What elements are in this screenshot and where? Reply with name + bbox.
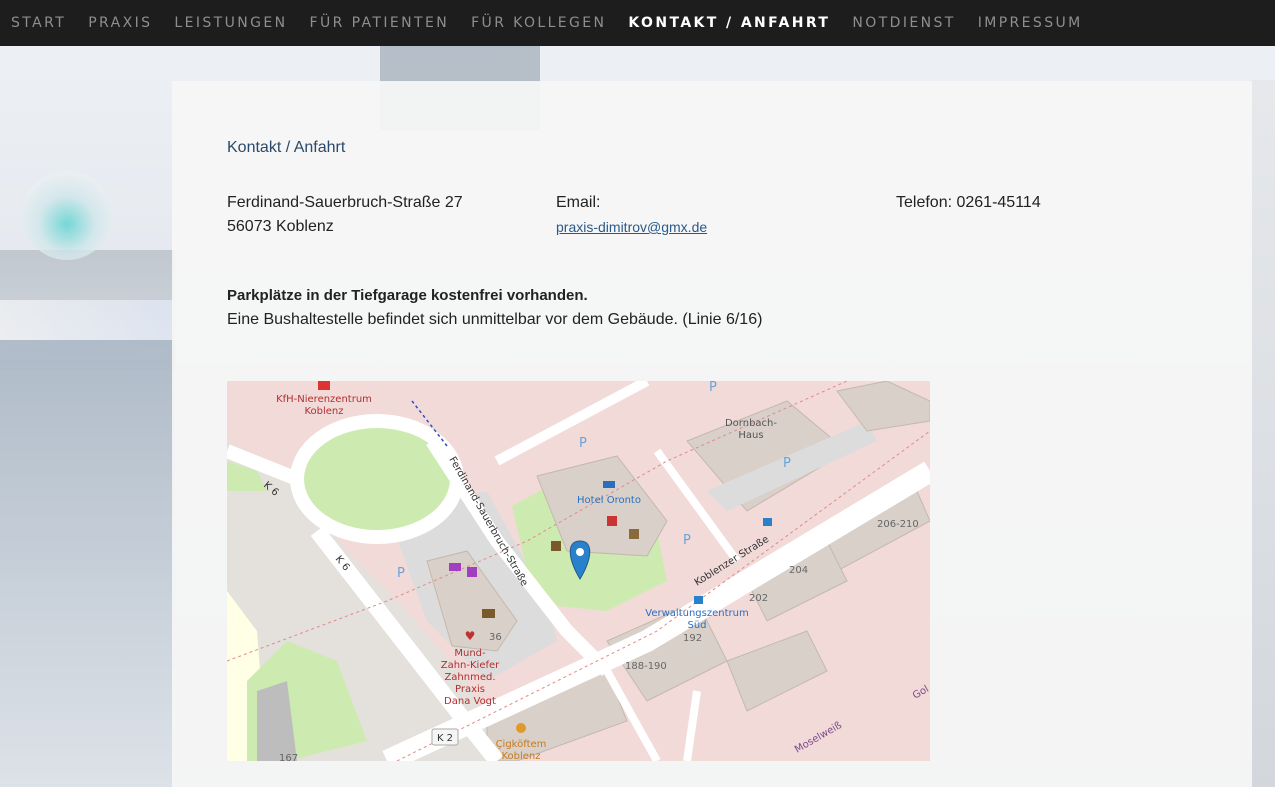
page-title: Kontakt / Anfahrt [227,139,346,156]
map-label-cig-1: Çigköftem [496,739,547,750]
map-tooth-icon: ♥ [465,629,476,643]
nav-item-leistungen[interactable]: LEISTUNGEN [174,15,287,31]
main-navigation: START PRAXIS LEISTUNGEN FÜR PATIENTEN FÜ… [0,0,1275,46]
map-label-cig-2: Koblenz [501,751,540,761]
map-label-n36: 36 [489,632,502,643]
map-canvas: KfH-Nierenzentrum Koblenz Ferdinand-Saue… [227,381,930,761]
map-parking-icon: P [579,436,587,451]
map-label-verwaltung-2: Süd [687,620,706,631]
address-block: Ferdinand-Sauerbruch-Straße 27 56073 Kob… [227,191,463,239]
map-parking-icon: P [683,533,691,548]
parking-info: Parkplätze in der Tiefgarage kostenfrei … [227,287,588,304]
bus-info: Eine Bushaltestelle befindet sich unmitt… [227,311,763,328]
map-bank-icon [482,609,495,618]
map-parking-icon: P [783,456,791,471]
nav-item-notdienst[interactable]: NOTDIENST [852,15,955,31]
map-label-dornbach-2: Haus [738,430,763,441]
address-street: Ferdinand-Sauerbruch-Straße 27 [227,194,463,211]
map-kiosk-icon [551,541,561,551]
map-label-n167: 167 [279,753,298,761]
map-label-hotel: Hotel Oronto [577,495,641,506]
nav-item-fuer-kollegen[interactable]: FÜR KOLLEGEN [471,15,606,31]
email-link[interactable]: praxis-dimitrov@gmx.de [556,219,707,235]
nav-item-start[interactable]: START [11,15,66,31]
map-bus-stop-icon [763,518,772,526]
background-right-wall [1250,80,1275,787]
map-hotel-icon [603,481,615,488]
background-vase [22,170,112,260]
map-label-mund-5: Dana Vogt [444,696,496,707]
map-label-mund-2: Zahn-Kiefer [441,660,500,671]
map-label-verwaltung-1: Verwaltungszentrum [645,608,748,619]
map-label-mund-4: Praxis [455,684,485,695]
email-label: Email: [556,194,601,211]
map-parking-icon: P [709,381,717,395]
map-label-n192: 192 [683,633,702,644]
background-counter [0,340,175,787]
nav-item-impressum[interactable]: IMPRESSUM [978,15,1083,31]
map-label-kfh-2: Koblenz [304,406,343,417]
map-label-dornbach-1: Dornbach- [725,418,777,429]
content-panel: Kontakt / Anfahrt Ferdinand-Sauerbruch-S… [172,81,1252,787]
email-block: Email: praxis-dimitrov@gmx.de [556,191,707,240]
phone-number: Telefon: 0261-45114 [896,194,1041,211]
location-map[interactable]: KfH-Nierenzentrum Koblenz Ferdinand-Saue… [227,381,930,761]
map-gift-icon [467,567,477,577]
map-label-mund-1: Mund- [454,648,486,659]
map-label-n206: 206-210 [877,519,919,530]
map-label-n202: 202 [749,593,768,604]
map-bus-stop-icon [694,596,703,604]
map-label-kfh-1: KfH-Nierenzentrum [276,394,372,405]
map-label-n188: 188-190 [625,661,667,672]
map-label-k2: K 2 [437,733,453,744]
map-pharmacy-icon [607,516,617,526]
map-shop-icon [629,529,639,539]
map-fastfood-icon [516,723,526,733]
directions-info: Parkplätze in der Tiefgarage kostenfrei … [227,284,762,332]
map-label-mund-3: Zahnmed. [444,672,495,683]
nav-item-kontakt-anfahrt[interactable]: KONTAKT / ANFAHRT [628,15,830,31]
map-hospital-icon [318,381,330,390]
address-city: 56073 Koblenz [227,218,334,235]
map-label-n204: 204 [789,565,808,576]
map-cinema-icon [449,563,461,571]
map-parking-icon: P [397,566,405,581]
nav-item-fuer-patienten[interactable]: FÜR PATIENTEN [310,15,450,31]
nav-item-praxis[interactable]: PRAXIS [88,15,152,31]
